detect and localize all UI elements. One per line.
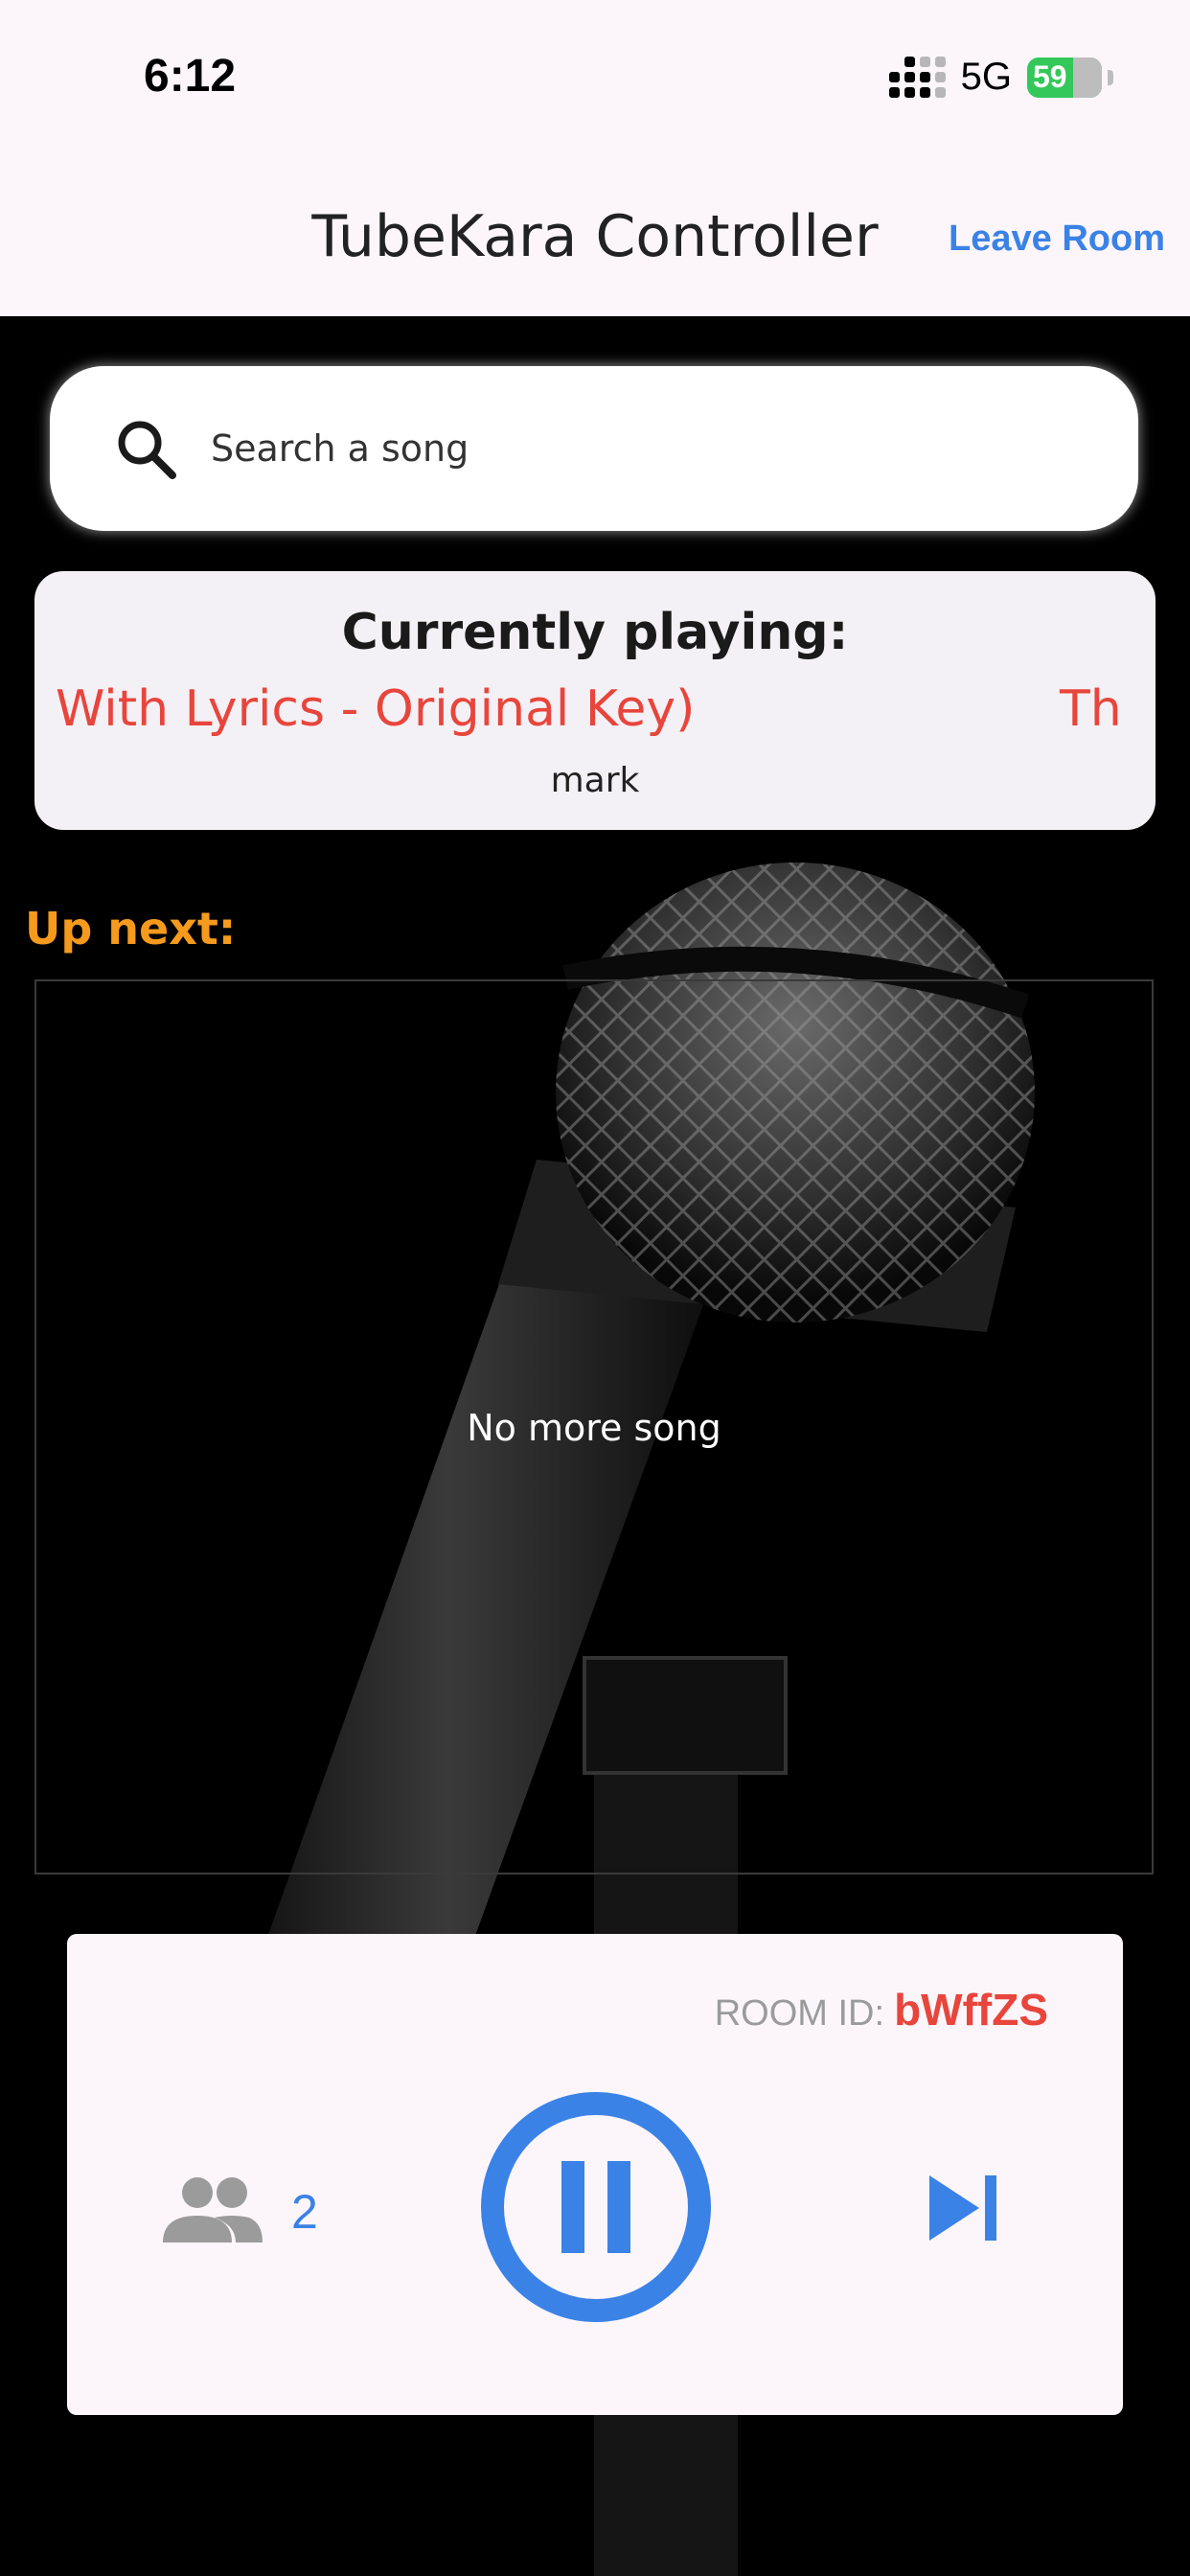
player-controls-panel: ROOM ID: bWffZS 2 [67, 1934, 1123, 2415]
search-input[interactable] [209, 426, 1075, 471]
room-id-label: ROOM ID: [714, 1993, 885, 2034]
search-icon [118, 421, 176, 479]
people-icon [163, 2177, 263, 2242]
search-bar[interactable] [50, 366, 1138, 531]
room-id: ROOM ID: bWffZS [715, 1984, 1048, 2036]
app-header: 6:12 5G 59 TubeKara Controller Leave Roo… [0, 0, 1190, 316]
queue-empty-message: No more song [467, 1407, 721, 1449]
skip-next-icon [929, 2175, 979, 2241]
pause-icon-bar-left [561, 2161, 584, 2253]
battery-icon: 59 [1027, 57, 1102, 98]
status-indicators: 5G 59 [888, 56, 1113, 99]
skip-next-button[interactable] [926, 2168, 1006, 2248]
pause-button[interactable] [481, 2092, 711, 2322]
battery-tip [1108, 69, 1113, 85]
battery-level: 59 [1033, 59, 1067, 94]
pause-icon-ring [481, 2092, 711, 2322]
network-type: 5G [960, 56, 1012, 98]
member-count: 2 [291, 2185, 318, 2239]
currently-playing-heading: Currently playing: [341, 604, 849, 661]
song-title-repeat: Th [1060, 680, 1122, 738]
currently-playing-card: Currently playing: With Lyrics - Origina… [34, 571, 1156, 830]
room-id-value: bWffZS [894, 1985, 1048, 2035]
status-time: 6:12 [144, 51, 237, 102]
pause-icon-bar-right [607, 2161, 630, 2253]
singer-name: mark [550, 761, 640, 800]
queue-list[interactable]: No more song [34, 979, 1154, 1874]
leave-room-button[interactable]: Leave Room [949, 218, 1165, 260]
members-button[interactable]: 2 [159, 2174, 318, 2250]
signal-icon [888, 57, 946, 98]
song-title: With Lyrics - Original Key) [56, 680, 696, 738]
up-next-label: Up next: [25, 903, 237, 954]
song-title-marquee: With Lyrics - Original Key) Th [56, 680, 1134, 748]
